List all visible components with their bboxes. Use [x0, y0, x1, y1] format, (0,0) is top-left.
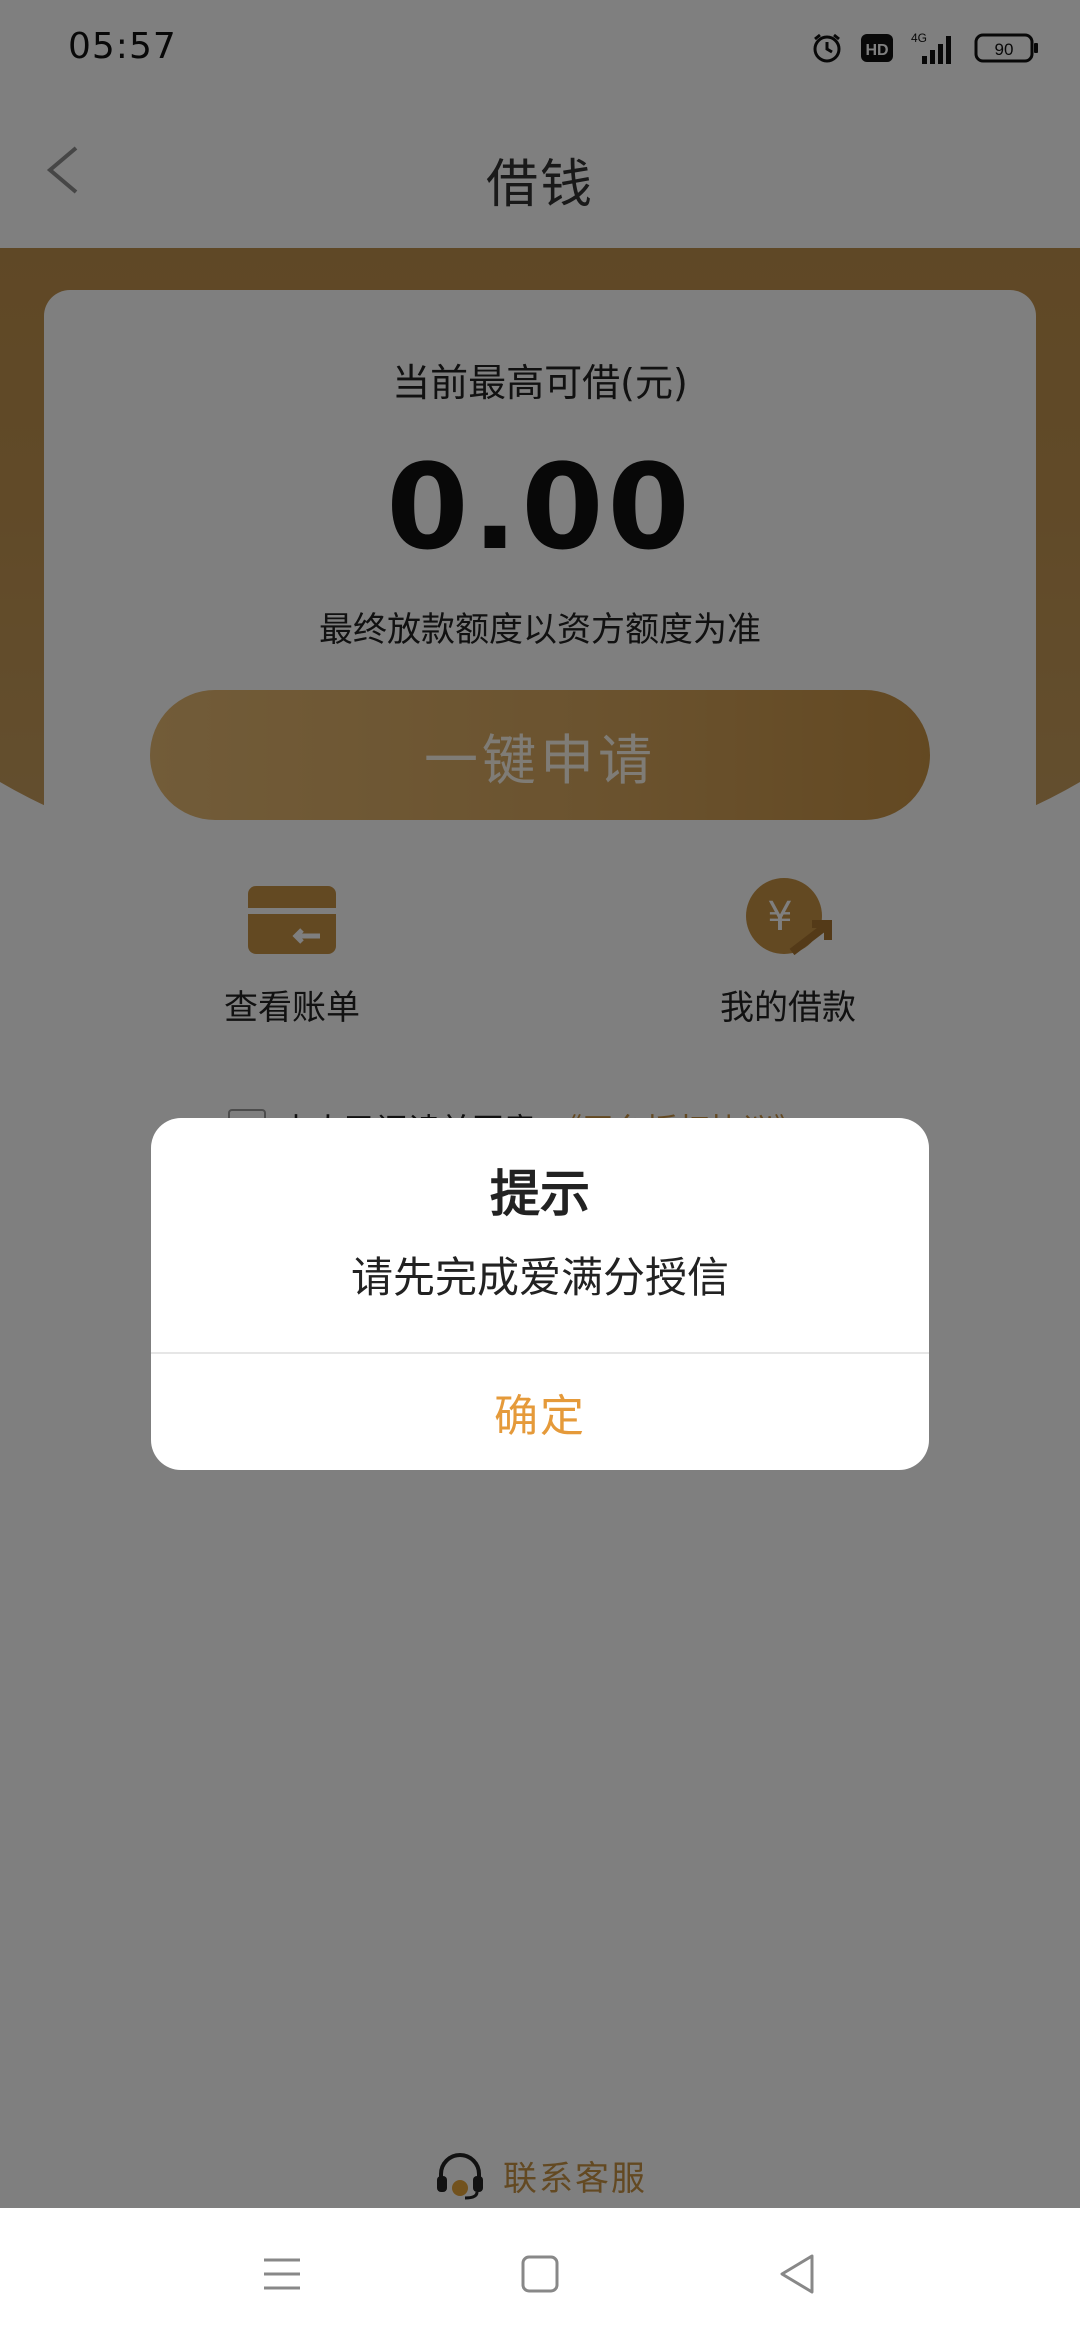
system-nav-bar — [0, 2208, 1080, 2340]
dialog-confirm-button[interactable]: 确定 — [151, 1354, 929, 1470]
system-home-button[interactable] — [508, 2242, 572, 2306]
system-menu-button[interactable] — [250, 2242, 314, 2306]
dialog-title: 提示 — [490, 1165, 590, 1223]
home-icon — [521, 2255, 559, 2293]
modal-overlay — [0, 0, 1080, 2208]
alert-dialog: 提示 请先完成爱满分授信 确定 — [151, 1118, 929, 1470]
back-triangle-icon — [780, 2254, 814, 2294]
menu-icon — [264, 2258, 300, 2290]
system-back-button[interactable] — [766, 2242, 830, 2306]
dialog-message: 请先完成爱满分授信 — [350, 1253, 729, 1302]
